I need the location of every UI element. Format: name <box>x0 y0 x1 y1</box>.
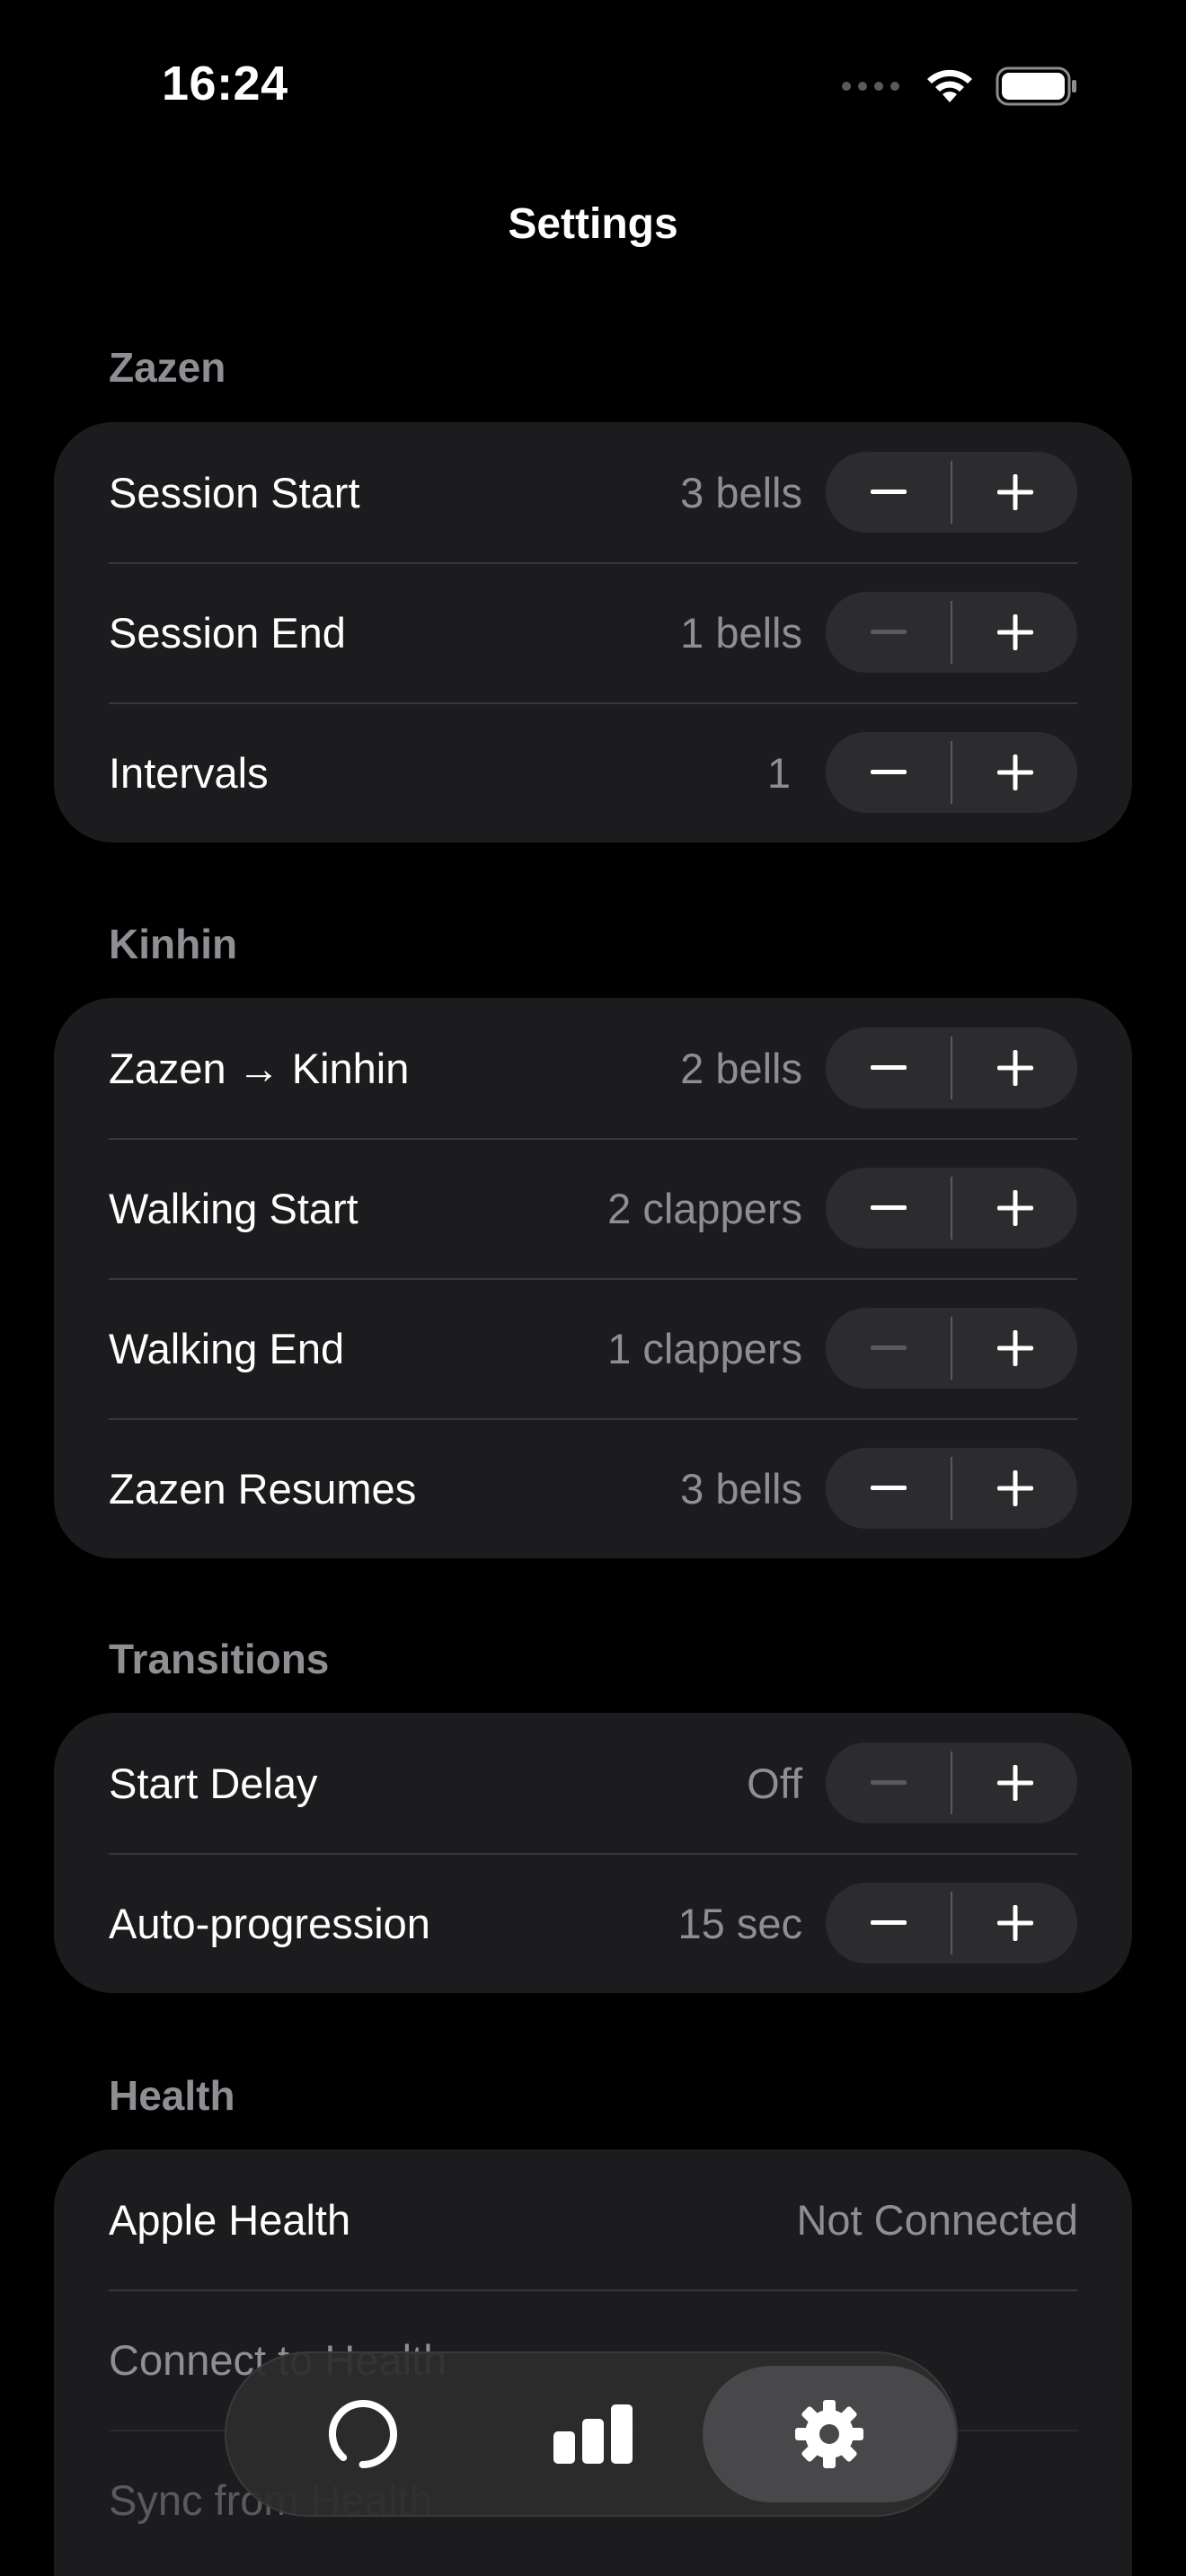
stepper <box>826 1883 1077 1963</box>
decrement-button[interactable] <box>826 452 951 533</box>
plus-icon <box>996 474 1033 510</box>
stepper <box>826 1308 1077 1389</box>
plus-icon <box>996 1470 1033 1506</box>
plus-icon <box>996 1190 1033 1226</box>
stepper <box>826 452 1077 533</box>
stepper <box>826 1448 1077 1529</box>
row-label: Walking Start <box>109 1184 358 1232</box>
increment-button[interactable] <box>952 1448 1077 1529</box>
increment-button[interactable] <box>952 1742 1077 1823</box>
decrement-button[interactable] <box>826 1883 951 1963</box>
status-icons <box>841 66 1078 110</box>
setting-row-session-end: Session End 1 bells <box>54 562 1132 702</box>
status-time: 16:24 <box>162 57 288 110</box>
decrement-button[interactable] <box>826 1168 951 1248</box>
tab-settings[interactable] <box>794 2399 864 2469</box>
increment-button[interactable] <box>952 1883 1077 1963</box>
row-label: Zazen Resumes <box>109 1464 417 1513</box>
decrement-button[interactable] <box>826 1742 951 1823</box>
row-label: Walking End <box>109 1324 345 1372</box>
wifi-icon <box>924 66 976 110</box>
section-header-zazen: Zazen <box>109 344 226 391</box>
row-label: Auto-progression <box>109 1899 430 1947</box>
decrement-button[interactable] <box>826 1308 951 1389</box>
row-value: 2 clappers <box>607 1184 802 1232</box>
section-header-kinhin: Kinhin <box>109 921 238 967</box>
card-transitions: Start Delay Off Auto-progression 15 sec <box>54 1713 1132 1993</box>
row-value: 1 <box>766 748 791 797</box>
increment-button[interactable] <box>952 1308 1077 1389</box>
increment-button[interactable] <box>952 452 1077 533</box>
card-kinhin: Zazen → Kinhin 2 bells Walking Start 2 c… <box>54 998 1132 1558</box>
plus-icon <box>996 614 1033 650</box>
plus-icon <box>996 1050 1033 1086</box>
minus-icon <box>870 770 907 774</box>
setting-row-apple-health: Apple Health Not Connected <box>54 2149 1132 2289</box>
row-label: Apple Health <box>109 2195 351 2244</box>
row-label: Zazen → Kinhin <box>109 1044 410 1092</box>
gear-icon <box>795 2400 863 2468</box>
setting-row-zazen-resumes: Zazen Resumes 3 bells <box>54 1418 1132 1558</box>
row-value: 1 bells <box>680 608 802 657</box>
increment-button[interactable] <box>952 1168 1077 1248</box>
minus-icon <box>870 1920 907 1925</box>
stepper <box>826 1168 1077 1248</box>
plus-icon <box>996 1905 1033 1941</box>
section-header-health: Health <box>109 2072 235 2119</box>
page-title: Settings <box>508 200 678 248</box>
increment-button[interactable] <box>952 732 1077 813</box>
minus-icon <box>870 1345 907 1350</box>
decrement-button[interactable] <box>826 592 951 673</box>
row-label: Intervals <box>109 748 269 797</box>
minus-icon <box>870 1486 907 1490</box>
increment-button[interactable] <box>952 1028 1077 1108</box>
plus-icon <box>996 1765 1033 1801</box>
decrement-button[interactable] <box>826 1028 951 1108</box>
stepper <box>826 592 1077 673</box>
tab-stats[interactable] <box>553 2404 633 2464</box>
row-label: Session Start <box>109 468 360 516</box>
setting-row-intervals: Intervals 1 <box>54 702 1132 842</box>
row-value: Off <box>747 1759 802 1807</box>
setting-row-walking-end: Walking End 1 clappers <box>54 1278 1132 1418</box>
tab-timer[interactable] <box>325 2396 401 2472</box>
row-value: Not Connected <box>796 2195 1078 2244</box>
minus-icon <box>870 490 907 494</box>
setting-row-session-start: Session Start 3 bells <box>54 422 1132 562</box>
stepper <box>826 1742 1077 1823</box>
minus-icon <box>870 1205 907 1210</box>
row-label: Session End <box>109 608 346 657</box>
row-value: 2 bells <box>680 1044 802 1092</box>
timer-ring-icon <box>329 2400 397 2468</box>
minus-icon <box>870 1780 907 1785</box>
row-value: 1 clappers <box>607 1324 802 1372</box>
plus-icon <box>996 1330 1033 1366</box>
stepper <box>826 732 1077 813</box>
setting-row-auto-progression: Auto-progression 15 sec <box>54 1853 1132 1993</box>
row-value: 15 sec <box>677 1899 802 1947</box>
status-bar: 16:24 <box>0 0 1186 171</box>
stats-bars-icon <box>553 2404 633 2464</box>
row-value: 3 bells <box>680 1464 802 1513</box>
tab-bar <box>225 2351 958 2517</box>
setting-row-start-delay: Start Delay Off <box>54 1713 1132 1853</box>
decrement-button[interactable] <box>826 732 951 813</box>
increment-button[interactable] <box>952 592 1077 673</box>
battery-icon <box>996 66 1078 110</box>
row-value: 3 bells <box>680 468 802 516</box>
plus-icon <box>996 754 1033 790</box>
setting-row-zazen-to-kinhin: Zazen → Kinhin 2 bells <box>54 998 1132 1138</box>
decrement-button[interactable] <box>826 1448 951 1529</box>
section-header-transitions: Transitions <box>109 1636 330 1682</box>
row-label: Start Delay <box>109 1759 318 1807</box>
card-zazen: Session Start 3 bells Session End 1 bell… <box>54 422 1132 842</box>
minus-icon <box>870 630 907 634</box>
stepper <box>826 1028 1077 1108</box>
setting-row-walking-start: Walking Start 2 clappers <box>54 1138 1132 1278</box>
signal-dots-icon <box>841 80 904 97</box>
minus-icon <box>870 1065 907 1070</box>
